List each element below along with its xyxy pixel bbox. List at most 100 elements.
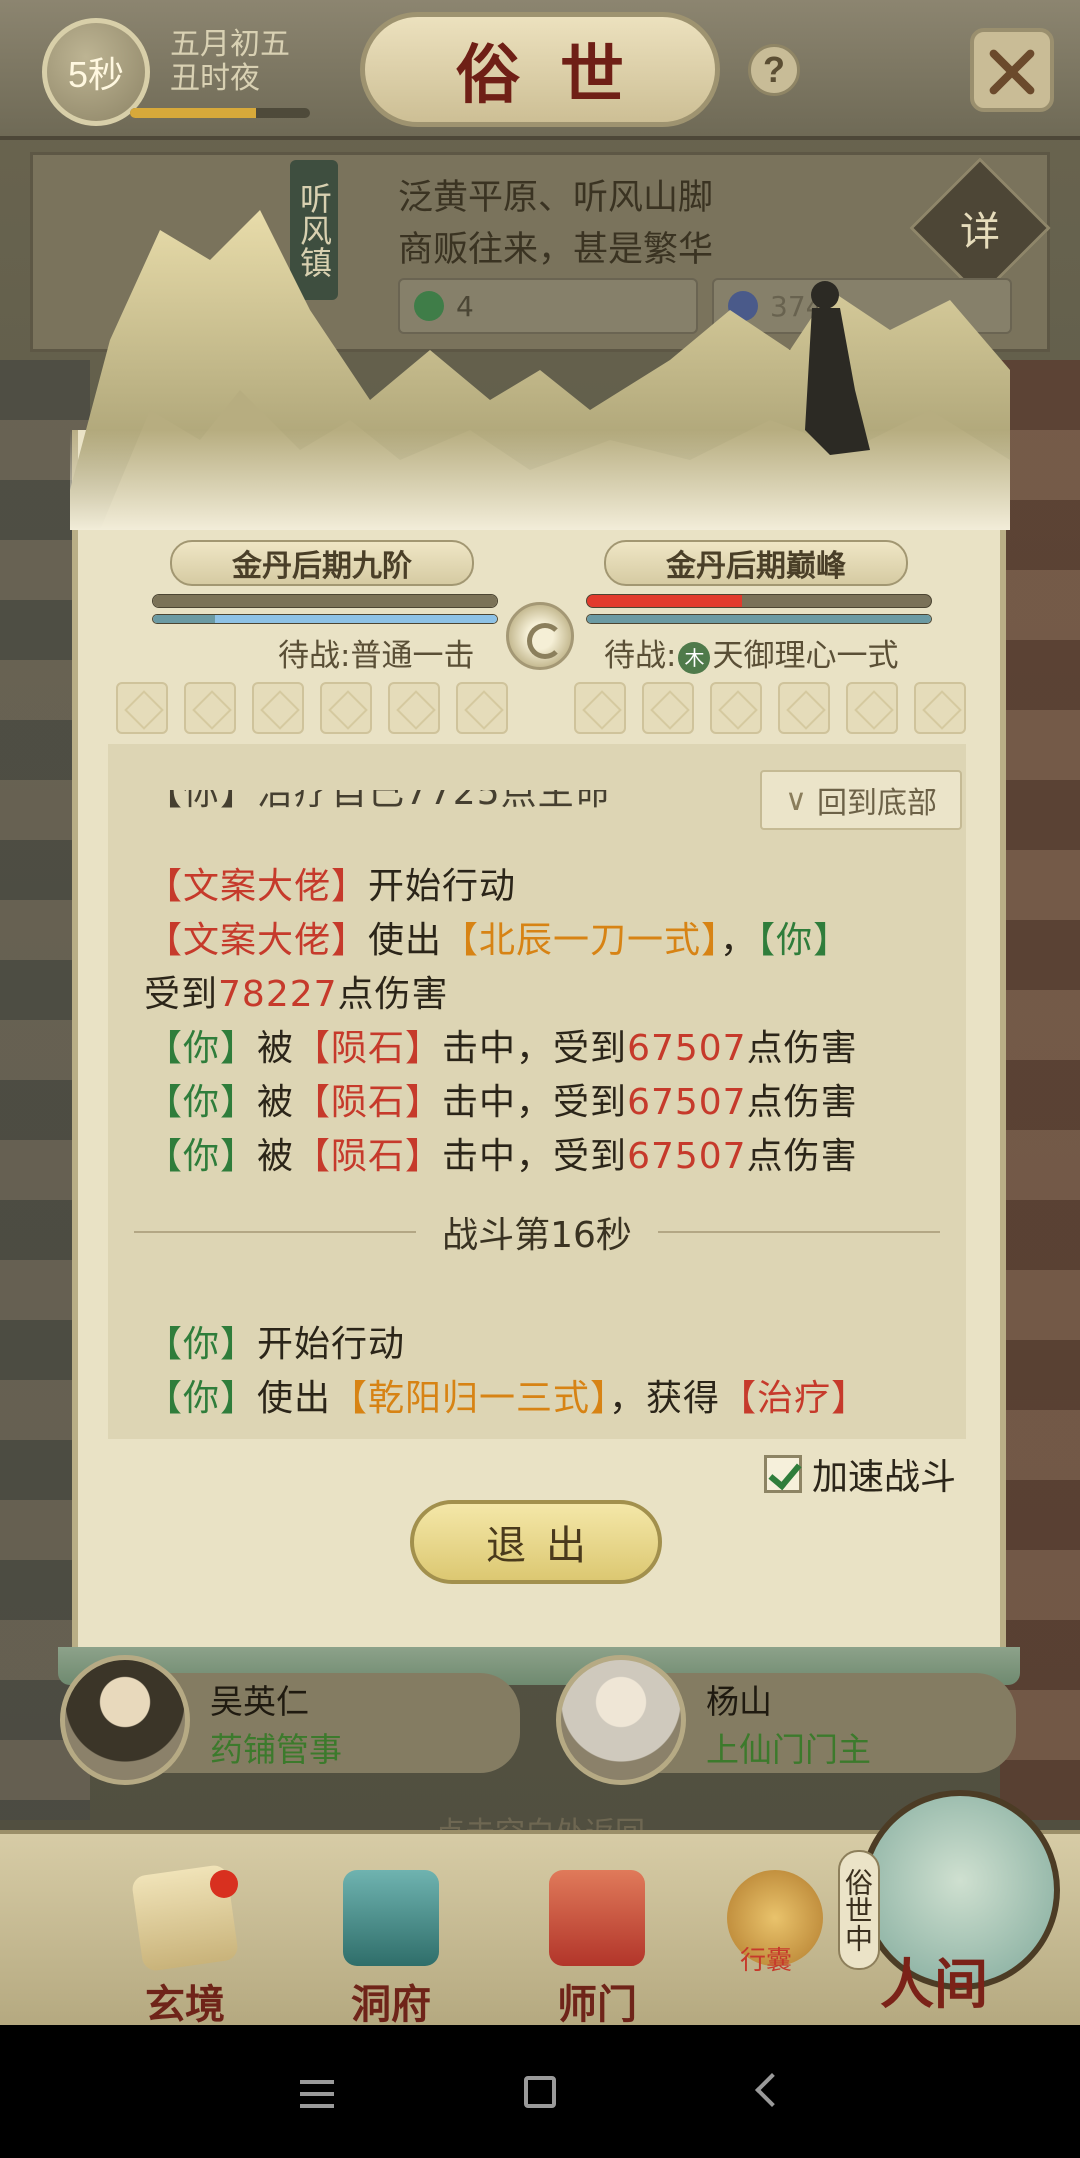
enemy-skill-slot (642, 682, 694, 734)
home-icon[interactable] (524, 2076, 556, 2108)
log-line: 【文案大佬】使出【北辰一刀一式】，【你】 (146, 916, 850, 966)
log-text: 受到 (144, 974, 219, 1015)
nav-xuanjing[interactable]: 玄境 (110, 1863, 260, 2030)
log-source: 【陨石】 (294, 1082, 443, 1123)
player-hp-fill (153, 595, 497, 607)
log-text: 开始行动 (368, 866, 517, 907)
log-damage: 67507 (627, 1082, 747, 1123)
player-skill-slot[interactable] (184, 682, 236, 734)
log-text: 被 (257, 1082, 295, 1123)
log-damage: 67507 (627, 1028, 747, 1069)
npc-name: 吴英仁 (210, 1682, 309, 1721)
yinyang-icon (506, 602, 574, 670)
round-label: 战斗第16秒 (442, 1215, 632, 1256)
npc-name: 杨山 (706, 1682, 772, 1721)
page-title: 俗世 (360, 12, 720, 127)
log-text: 点伤害 (337, 974, 449, 1015)
world-status-tag: 俗世中 (838, 1850, 880, 1970)
menu-icon[interactable] (300, 2080, 334, 2116)
notification-dot (210, 1870, 238, 1898)
back-to-bottom-button[interactable]: ∨ 回到底部 (760, 770, 962, 830)
nav-label: 洞府 (351, 1981, 431, 2028)
check-icon[interactable] (764, 1455, 802, 1493)
log-text: 点伤害 (746, 1082, 858, 1123)
nav-shimen[interactable]: 师门 (522, 1870, 672, 2030)
log-source: 【陨石】 (294, 1136, 443, 1177)
log-text: 点伤害 (746, 1136, 858, 1177)
log-skill: 【乾阳归一三式】 (331, 1378, 610, 1419)
player-skill-slot[interactable] (388, 682, 440, 734)
date-block: 五月初五 丑时夜 (170, 28, 290, 96)
day-progress-bar (130, 108, 310, 118)
player-mp-fill (153, 615, 497, 623)
log-skill: 【北辰一刀一式】 (442, 920, 721, 961)
log-line: 【你】开始行动 (146, 1320, 405, 1370)
log-you: 【你】 (146, 1028, 258, 1069)
player-hp-bar (152, 594, 498, 608)
player-skill-slot[interactable] (116, 682, 168, 734)
enemy-mp-fill (587, 615, 931, 623)
nav-label: 玄境 (145, 1981, 225, 2028)
speed-battle-toggle[interactable]: 加速战斗 (764, 1448, 956, 1500)
log-text: 被 (257, 1136, 295, 1177)
log-text: 被 (257, 1028, 295, 1069)
log-line: 【你】使出【乾阳归一三式】，获得【治疗】 (146, 1374, 868, 1424)
log-line: 【你】被【陨石】击中，受到67507点伤害 (146, 1024, 858, 1074)
help-button[interactable]: ? (748, 44, 800, 96)
log-text: ，获得 (609, 1378, 721, 1419)
scene-building-right (1000, 360, 1080, 1820)
close-icon[interactable] (970, 28, 1054, 112)
log-damage: 78227 (218, 974, 338, 1015)
log-line: 【文案大佬】开始行动 (146, 862, 516, 912)
log-line: 受到78227点伤害 (144, 970, 449, 1020)
log-you: 【你】 (146, 1324, 258, 1365)
log-you: 【你】 (146, 1378, 258, 1419)
nav-dongfu[interactable]: 洞府 (316, 1870, 466, 2030)
human-world-label[interactable]: 人间 (880, 1940, 988, 2019)
player-rank: 金丹后期九阶 (170, 540, 474, 586)
log-text: 使出 (368, 920, 443, 961)
log-text: ， (720, 920, 758, 961)
player-pending-skill: 待战:普通一击 (278, 638, 475, 674)
enemy-pending-prefix: 待战: (604, 638, 677, 674)
log-you: 【你】 (146, 1136, 258, 1177)
npc-card[interactable]: 吴英仁 药铺管事 (60, 1655, 520, 1785)
log-you: 【你】 (757, 920, 851, 961)
enemy-hp-fill (587, 595, 742, 607)
log-text: 击中，受到 (442, 1082, 628, 1123)
battle-log[interactable]: 【你】治疗自己7725点生命 【文案大佬】开始行动 【文案大佬】使出【北辰一刀一… (108, 744, 966, 1439)
divider-line (134, 1231, 417, 1233)
log-text: 使出 (257, 1378, 332, 1419)
player-skill-slot[interactable] (320, 682, 372, 734)
player-skill-slot[interactable] (456, 682, 508, 734)
log-buff: 【治疗】 (720, 1378, 869, 1419)
enemy-pending-name: 天御理心一式 (712, 638, 899, 674)
avatar (60, 1655, 190, 1785)
divider-line (657, 1231, 940, 1233)
exit-button[interactable]: 退出 (410, 1500, 662, 1584)
round-divider: 战斗第16秒 (108, 1202, 966, 1262)
player-skill-slot[interactable] (252, 682, 304, 734)
enemy-rank: 金丹后期巅峰 (604, 540, 908, 586)
log-enemy-name: 【文案大佬】 (146, 866, 369, 907)
enemy-skill-slot (778, 682, 830, 734)
speed-battle-label: 加速战斗 (812, 1457, 957, 1498)
mountain-illustration (70, 210, 1010, 530)
log-text: 击中，受到 (442, 1136, 628, 1177)
banner-icon (549, 1870, 645, 1966)
pavilion-icon (343, 1870, 439, 1966)
log-text: 开始行动 (257, 1324, 406, 1365)
log-line: 【你】治疗自己7725点生命 (146, 772, 612, 813)
back-to-bottom-label: 回到底部 (816, 786, 937, 821)
avatar (556, 1655, 686, 1785)
chevron-down-icon: ∨ (785, 782, 807, 818)
bag-label: 行囊 (740, 1946, 793, 1976)
enemy-skill-slot (846, 682, 898, 734)
nav-label: 师门 (557, 1981, 637, 2028)
npc-card[interactable]: 杨山 上仙门门主 (556, 1655, 1016, 1785)
log-line: 【你】被【陨石】击中，受到67507点伤害 (146, 1132, 858, 1182)
wood-element-icon: 木 (678, 641, 711, 674)
npc-role: 上仙门门主 (706, 1730, 871, 1769)
day-progress-fill (130, 108, 256, 118)
log-enemy-name: 【文案大佬】 (146, 920, 369, 961)
